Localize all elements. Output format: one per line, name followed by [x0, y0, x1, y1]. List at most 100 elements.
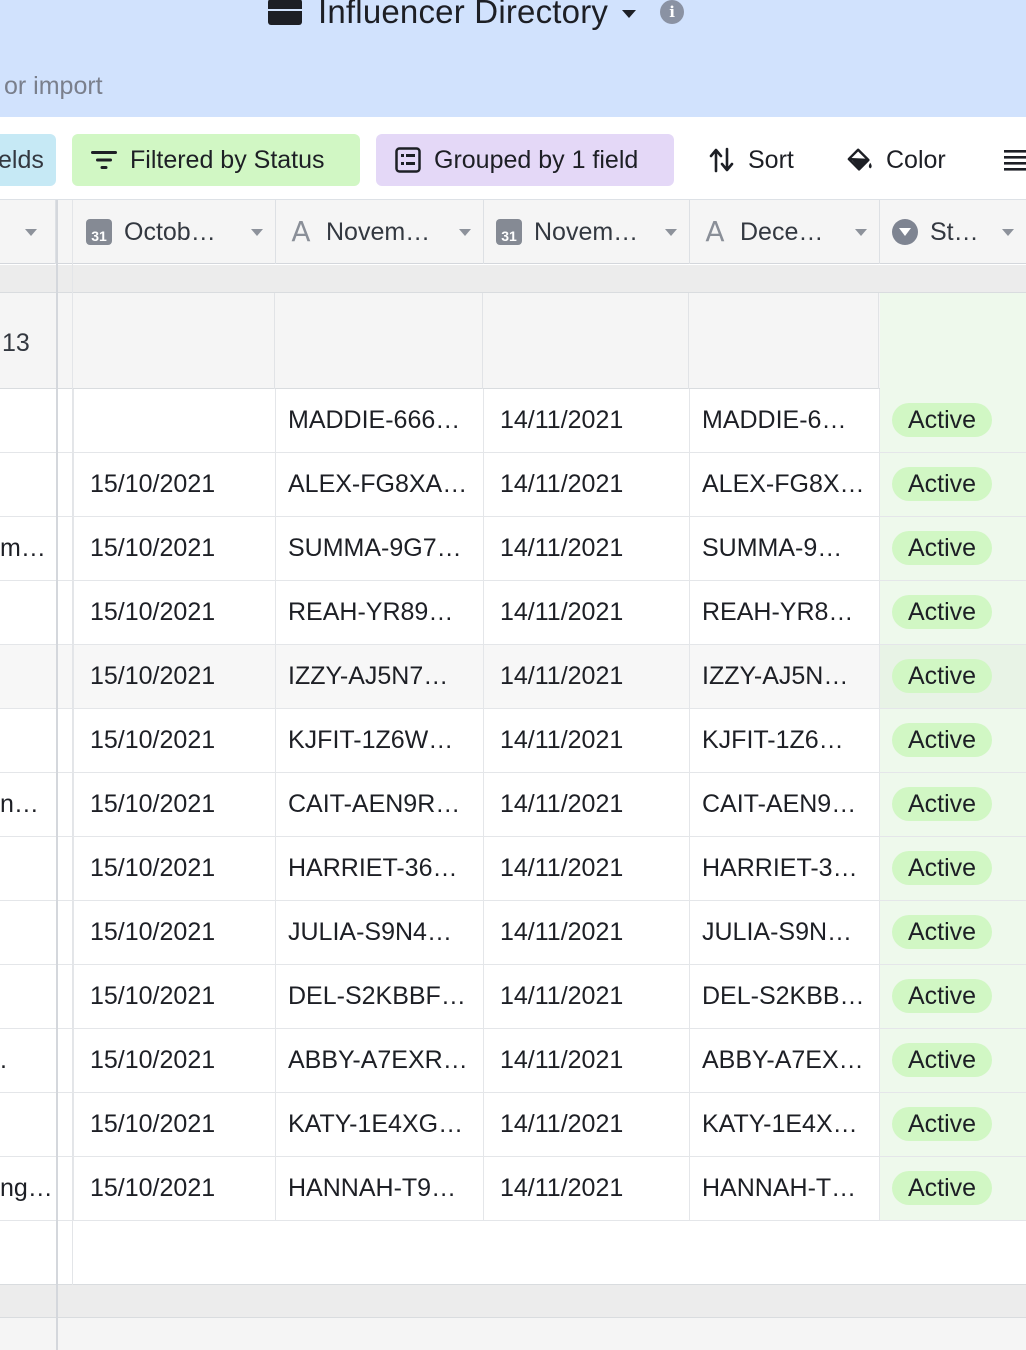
sort-button[interactable]: Sort [692, 134, 812, 186]
column-header-status[interactable]: St… [880, 200, 1026, 264]
status-cell[interactable]: Active [880, 517, 1026, 580]
status-cell[interactable]: Active [880, 1029, 1026, 1092]
december-code-cell[interactable]: HANNAH-T… [690, 1157, 880, 1220]
november-date-cell[interactable]: 14/11/2021 [484, 453, 690, 516]
chevron-down-icon[interactable] [1002, 229, 1014, 236]
october-date-cell[interactable]: 15/10/2021 [74, 837, 276, 900]
table-row[interactable]: . 15/10/2021 ABBY-A7EXR… 14/11/2021 ABBY-A7E… [0, 1029, 1026, 1093]
december-code-cell[interactable]: DEL-S2KBB… [690, 965, 880, 1028]
row-height-button[interactable] [1000, 134, 1026, 186]
december-code-cell[interactable]: KATY-1E4X… [690, 1093, 880, 1156]
status-cell[interactable]: Active [880, 1093, 1026, 1156]
october-date-cell[interactable]: 15/10/2021 [74, 453, 276, 516]
december-code-cell[interactable]: REAH-YR8… [690, 581, 880, 644]
status-cell[interactable]: Active [880, 389, 1026, 452]
chevron-down-icon[interactable] [622, 10, 637, 18]
chevron-down-icon[interactable] [251, 229, 263, 236]
primary-cell[interactable]: m… [0, 517, 56, 580]
november-date-cell[interactable]: 14/11/2021 [484, 1157, 690, 1220]
december-code-cell[interactable]: ABBY-A7EX… [690, 1029, 880, 1092]
color-button[interactable]: Color [828, 134, 968, 186]
frozen-column-divider[interactable] [56, 200, 58, 1350]
import-link[interactable]: or import [4, 72, 103, 101]
primary-cell[interactable] [0, 1093, 56, 1156]
november-code-cell[interactable]: SUMMA-9G7… [276, 517, 484, 580]
november-code-cell[interactable]: HANNAH-T9… [276, 1157, 484, 1220]
november-date-cell[interactable]: 14/11/2021 [484, 1029, 690, 1092]
primary-cell[interactable] [0, 965, 56, 1028]
december-code-cell[interactable]: SUMMA-9… [690, 517, 880, 580]
table-row[interactable]: m… 15/10/2021 SUMMA-9G7… 14/11/2021 SUMMA-9…… [0, 517, 1026, 581]
primary-cell[interactable] [0, 901, 56, 964]
status-cell[interactable]: Active [880, 645, 1026, 708]
november-code-cell[interactable]: CAIT-AEN9R… [276, 773, 484, 836]
november-code-cell[interactable]: HARRIET-36… [276, 837, 484, 900]
status-cell[interactable]: Active [880, 453, 1026, 516]
status-cell[interactable]: Active [880, 901, 1026, 964]
november-date-cell[interactable]: 14/11/2021 [484, 709, 690, 772]
status-cell[interactable]: Active [880, 965, 1026, 1028]
october-date-cell[interactable]: 15/10/2021 [74, 1093, 276, 1156]
base-title[interactable]: Influencer Directory i [268, 0, 685, 34]
november-code-cell[interactable]: KJFIT-1Z6W… [276, 709, 484, 772]
october-date-cell[interactable]: 15/10/2021 [74, 1157, 276, 1220]
primary-cell[interactable]: . [0, 1029, 56, 1092]
november-code-cell[interactable]: DEL-S2KBBF… [276, 965, 484, 1028]
chevron-down-icon[interactable] [25, 229, 37, 236]
info-icon[interactable]: i [660, 0, 685, 24]
primary-cell[interactable] [0, 709, 56, 772]
table-row[interactable]: 15/10/2021 HARRIET-36… 14/11/2021 HARRIET-3… [0, 837, 1026, 901]
november-date-cell[interactable]: 14/11/2021 [484, 517, 690, 580]
primary-cell[interactable] [0, 581, 56, 644]
column-header-october[interactable]: 31 Octob… [74, 200, 276, 264]
december-code-cell[interactable]: CAIT-AEN9… [690, 773, 880, 836]
november-code-cell[interactable]: JULIA-S9N4… [276, 901, 484, 964]
table-row[interactable]: 15/10/2021 KJFIT-1Z6W… 14/11/2021 KJFIT-1Z6… [0, 709, 1026, 773]
table-row[interactable]: 15/10/2021 IZZY-AJ5N7… 14/11/2021 IZZY-AJ5N… [0, 645, 1026, 709]
november-code-cell[interactable]: REAH-YR89… [276, 581, 484, 644]
column-header-november-date[interactable]: 31 Novem… [484, 200, 690, 264]
status-cell[interactable]: Active [880, 773, 1026, 836]
table-row[interactable]: 15/10/2021 ALEX-FG8XA… 14/11/2021 ALEX-FG8X… [0, 453, 1026, 517]
table-row[interactable]: 15/10/2021 JULIA-S9N4… 14/11/2021 JULIA-S9N… [0, 901, 1026, 965]
table-row[interactable]: ng… 15/10/2021 HANNAH-T9… 14/11/2021 HANNAH-… [0, 1157, 1026, 1221]
primary-cell[interactable]: n… [0, 773, 56, 836]
primary-cell[interactable] [0, 645, 56, 708]
december-code-cell[interactable]: IZZY-AJ5N… [690, 645, 880, 708]
hide-fields-button[interactable]: elds [0, 134, 56, 186]
chevron-down-icon[interactable] [665, 229, 677, 236]
status-cell[interactable]: Active [880, 581, 1026, 644]
november-date-cell[interactable]: 14/11/2021 [484, 1093, 690, 1156]
group-button[interactable]: Grouped by 1 field [376, 134, 674, 186]
november-code-cell[interactable]: IZZY-AJ5N7… [276, 645, 484, 708]
november-code-cell[interactable]: MADDIE-666… [276, 389, 484, 452]
november-code-cell[interactable]: KATY-1E4XG… [276, 1093, 484, 1156]
december-code-cell[interactable]: JULIA-S9N… [690, 901, 880, 964]
december-code-cell[interactable]: HARRIET-3… [690, 837, 880, 900]
column-header-november-text[interactable]: A Novem… [276, 200, 484, 264]
table-row[interactable]: 15/10/2021 REAH-YR89… 14/11/2021 REAH-YR8… A… [0, 581, 1026, 645]
november-date-cell[interactable]: 14/11/2021 [484, 773, 690, 836]
filter-button[interactable]: Filtered by Status [72, 134, 360, 186]
november-date-cell[interactable]: 14/11/2021 [484, 581, 690, 644]
october-date-cell[interactable]: 15/10/2021 [74, 1029, 276, 1092]
primary-cell[interactable] [0, 453, 56, 516]
november-date-cell[interactable]: 14/11/2021 [484, 837, 690, 900]
november-date-cell[interactable]: 14/11/2021 [484, 901, 690, 964]
december-code-cell[interactable]: ALEX-FG8X… [690, 453, 880, 516]
november-date-cell[interactable]: 14/11/2021 [484, 389, 690, 452]
november-date-cell[interactable]: 14/11/2021 [484, 645, 690, 708]
column-header-primary[interactable] [0, 200, 56, 264]
december-code-cell[interactable]: MADDIE-6… [690, 389, 880, 452]
status-cell[interactable]: Active [880, 837, 1026, 900]
column-header-december[interactable]: A Dece… [690, 200, 880, 264]
chevron-down-icon[interactable] [459, 229, 471, 236]
november-code-cell[interactable]: ALEX-FG8XA… [276, 453, 484, 516]
status-cell[interactable]: Active [880, 1157, 1026, 1220]
table-row[interactable]: 15/10/2021 KATY-1E4XG… 14/11/2021 KATY-1E4X… [0, 1093, 1026, 1157]
october-date-cell[interactable]: 15/10/2021 [74, 773, 276, 836]
december-code-cell[interactable]: KJFIT-1Z6… [690, 709, 880, 772]
chevron-down-icon[interactable] [855, 229, 867, 236]
october-date-cell[interactable] [74, 389, 276, 452]
october-date-cell[interactable]: 15/10/2021 [74, 645, 276, 708]
